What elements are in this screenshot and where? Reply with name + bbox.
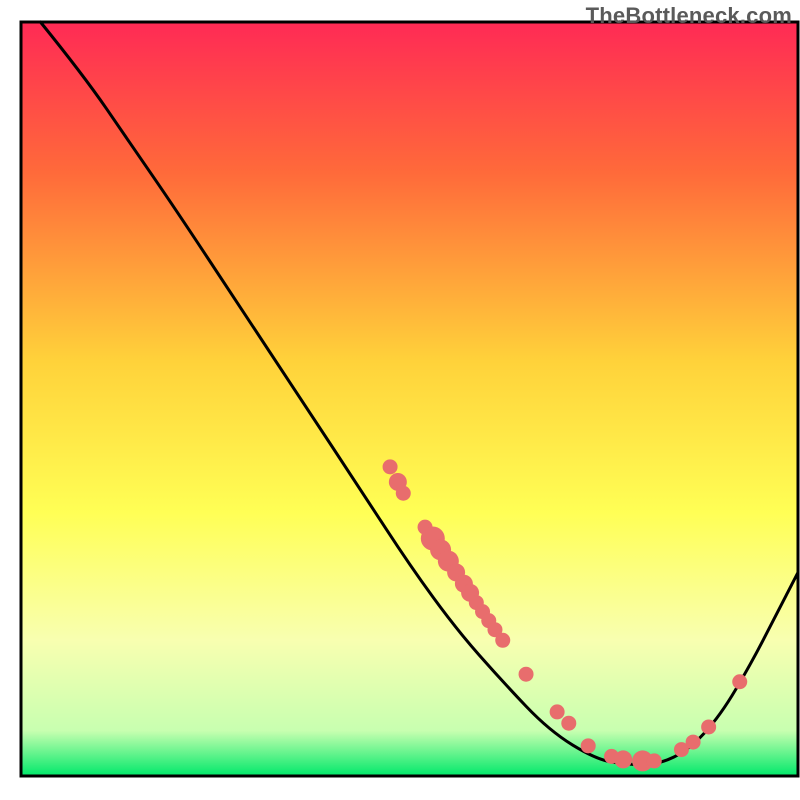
data-point — [581, 738, 596, 753]
data-point — [701, 719, 716, 734]
data-point — [732, 674, 747, 689]
chart-background — [21, 22, 798, 776]
data-point — [396, 486, 411, 501]
data-point — [686, 735, 701, 750]
data-point — [519, 667, 534, 682]
bottleneck-chart — [0, 0, 800, 800]
data-point — [561, 716, 576, 731]
data-point — [647, 753, 662, 768]
data-point — [614, 750, 632, 768]
watermark-text: TheBottleneck.com — [586, 3, 792, 29]
data-point — [550, 704, 565, 719]
data-point — [495, 633, 510, 648]
data-point — [383, 459, 398, 474]
